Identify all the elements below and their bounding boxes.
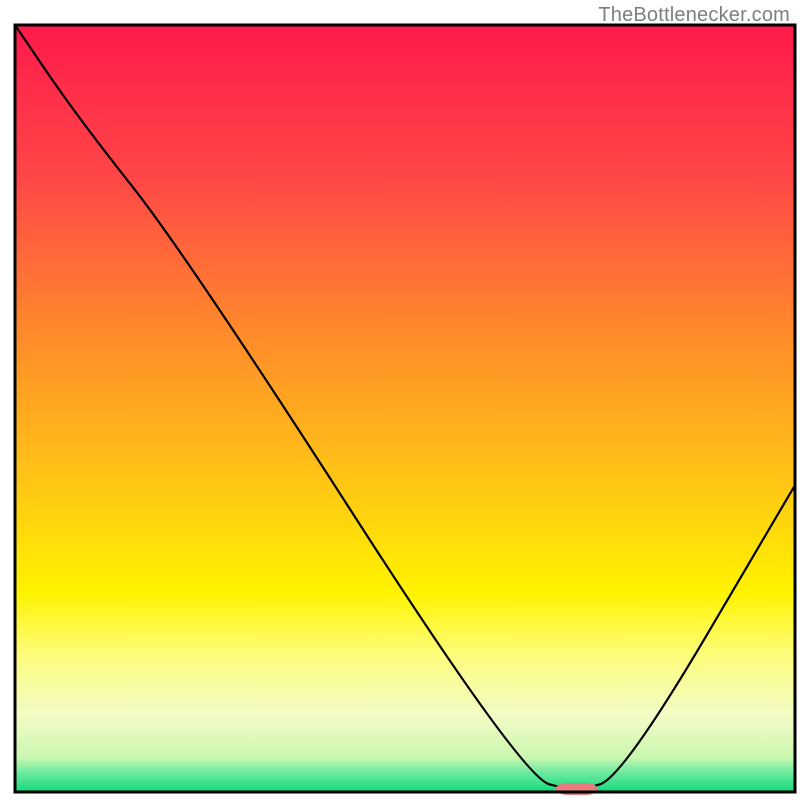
bottleneck-chart — [0, 0, 800, 800]
chart-container: TheBottlenecker.com — [0, 0, 800, 800]
plot-background — [15, 25, 795, 792]
